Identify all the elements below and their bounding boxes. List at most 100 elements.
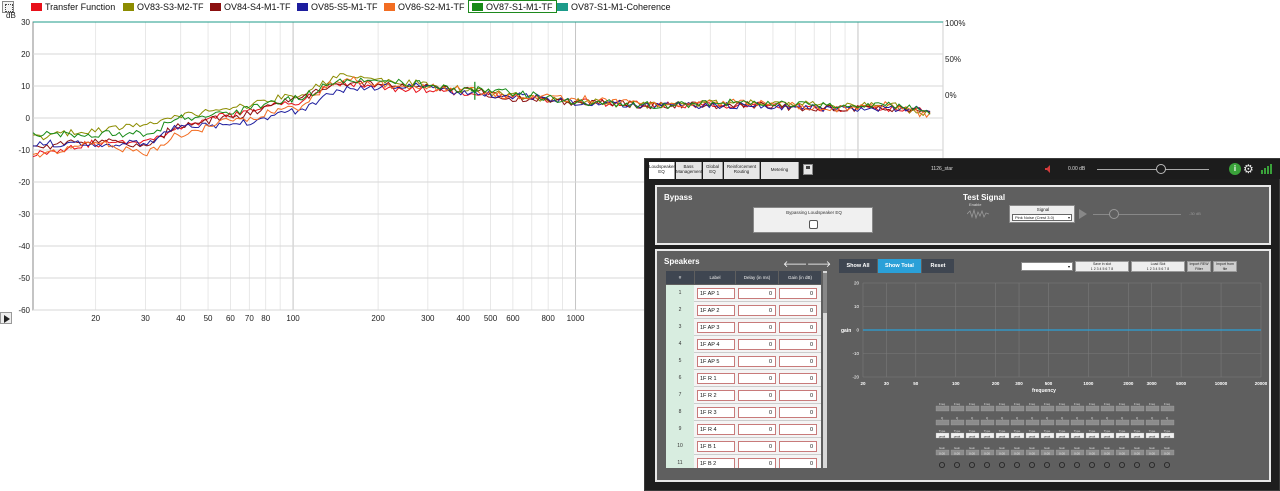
- speaker-gain-input[interactable]: 0: [779, 424, 817, 435]
- tab-loudspeaker-eq[interactable]: Loudspeaker EQ: [649, 162, 675, 179]
- speaker-number: 9: [666, 421, 694, 438]
- table-row[interactable]: 7 1F R 200: [666, 387, 821, 404]
- save-slot-box[interactable]: Save in slot 1 2 3 4 5 6 7 8: [1075, 261, 1129, 272]
- table-row[interactable]: 6 1F R 100: [666, 370, 821, 387]
- speaker-gain-input[interactable]: 0: [779, 322, 817, 333]
- tab-reinforcement-routing[interactable]: Reinforcement Routing: [724, 162, 760, 179]
- import-file-button[interactable]: Import from file: [1213, 261, 1237, 272]
- band-field-label: Gain: [1029, 446, 1036, 450]
- show-all-button[interactable]: Show All: [839, 259, 877, 273]
- speaker-gain-input[interactable]: 0: [779, 288, 817, 299]
- speaker-delay-input[interactable]: 0: [738, 373, 776, 384]
- speaker-gain-input[interactable]: 0: [779, 390, 817, 401]
- table-row[interactable]: 8 1F R 300: [666, 404, 821, 421]
- test-signal-play-icon[interactable]: [1079, 209, 1087, 219]
- bypass-title: Bypass: [664, 193, 693, 202]
- speaker-gain-input[interactable]: 0: [779, 458, 817, 468]
- speakers-scrollbar[interactable]: [823, 271, 827, 468]
- speaker-delay-input[interactable]: 0: [738, 390, 776, 401]
- speaker-delay-input[interactable]: 0: [738, 288, 776, 299]
- band-field-label: Type: [1104, 429, 1111, 433]
- import-rew-button[interactable]: Import REW Filter: [1187, 261, 1211, 272]
- x-tick-label: 20: [91, 314, 100, 323]
- speaker-gain-input[interactable]: 0: [779, 441, 817, 452]
- table-row[interactable]: 5 1F AP 500: [666, 353, 821, 370]
- table-row[interactable]: 3 1F AP 300: [666, 319, 821, 336]
- table-row[interactable]: 11 1F B 200: [666, 455, 821, 468]
- volume-readout: 0.00 dB: [1068, 166, 1086, 172]
- speaker-delay-input[interactable]: 0: [738, 424, 776, 435]
- arrow-right-icon[interactable]: 🡒: [807, 259, 831, 270]
- band-field-input: [995, 405, 1010, 412]
- speaker-delay-input[interactable]: 0: [738, 441, 776, 452]
- tab-bass-management[interactable]: Bass Management: [676, 162, 702, 179]
- speaker-label-input[interactable]: 1F R 4: [697, 424, 735, 435]
- speaker-gain-input[interactable]: 0: [779, 373, 817, 384]
- speaker-delay-input[interactable]: 0: [738, 339, 776, 350]
- band-field-input: [980, 419, 995, 426]
- tab-metering[interactable]: Metering: [761, 162, 799, 179]
- load-slot-box[interactable]: Load Slot 1 2 3 4 5 6 7 8: [1131, 261, 1185, 272]
- test-signal-select[interactable]: Pink Noise (Crest 3.0) ▾: [1012, 214, 1072, 221]
- table-row[interactable]: 10 1F B 100: [666, 438, 821, 455]
- gear-icon[interactable]: ⚙: [1243, 162, 1254, 176]
- band-field-input: [1145, 405, 1160, 412]
- y-tick-label: 20: [21, 50, 30, 59]
- info-icon[interactable]: i: [1229, 163, 1241, 175]
- arrow-left-icon[interactable]: 🡐: [783, 259, 807, 270]
- eq-y-tick-label: 0: [856, 328, 859, 333]
- bypass-checkbox[interactable]: [809, 220, 818, 229]
- tab-global-eq[interactable]: Global EQ: [703, 162, 723, 179]
- eq-band-controls[interactable]: Freq Q Type Gain peak 0.00 Freq Q Type Gain peak 0.…: [935, 401, 1185, 476]
- speaker-delay-input[interactable]: 0: [738, 407, 776, 418]
- test-signal-level-knob[interactable]: [1109, 209, 1119, 219]
- table-row[interactable]: 9 1F R 400: [666, 421, 821, 438]
- y2-tick-label: 0%: [945, 91, 957, 100]
- speaker-label-input[interactable]: 1F R 1: [697, 373, 735, 384]
- eq-speaker-dropdown[interactable]: ▾: [1021, 262, 1073, 271]
- speaker-label-input[interactable]: 1F R 2: [697, 390, 735, 401]
- band-field-input: [1070, 419, 1085, 426]
- waveform-icon[interactable]: [967, 209, 989, 219]
- show-total-button[interactable]: Show Total: [878, 259, 921, 273]
- volume-slider-knob[interactable]: [1156, 164, 1166, 174]
- speaker-label-input[interactable]: 1F R 3: [697, 407, 735, 418]
- speaker-label-input[interactable]: 1F AP 5: [697, 356, 735, 367]
- speaker-number: 8: [666, 404, 694, 421]
- speaker-label-input[interactable]: 1F AP 1: [697, 288, 735, 299]
- x-tick-label: 200: [371, 314, 385, 323]
- speaker-delay-input[interactable]: 0: [738, 356, 776, 367]
- test-signal-level-slider[interactable]: [1093, 214, 1181, 215]
- speaker-label-input[interactable]: 1F AP 4: [697, 339, 735, 350]
- save-icon[interactable]: [803, 164, 813, 175]
- speaker-label-input[interactable]: 1F B 2: [697, 458, 735, 468]
- speaker-gain-input[interactable]: 0: [779, 305, 817, 316]
- speaker-gain-input[interactable]: 0: [779, 356, 817, 367]
- speaker-label-input[interactable]: 1F AP 2: [697, 305, 735, 316]
- speaker-label-input[interactable]: 1F AP 3: [697, 322, 735, 333]
- speaker-label-input[interactable]: 1F B 1: [697, 441, 735, 452]
- reset-button[interactable]: Reset: [922, 259, 954, 273]
- speaker-delay-input[interactable]: 0: [738, 458, 776, 468]
- table-row[interactable]: 2 1F AP 200: [666, 302, 821, 319]
- volume-slider[interactable]: [1097, 169, 1209, 170]
- band-field-label: Q: [1076, 416, 1079, 420]
- speaker-delay-input[interactable]: 0: [738, 322, 776, 333]
- eq-response-chart[interactable]: 20 30 50 100 200 300 500 1000 2000 3000 5000 10000 2…: [841, 279, 1267, 397]
- speaker-number: 5: [666, 353, 694, 370]
- speaker-delay-input[interactable]: 0: [738, 305, 776, 316]
- speaker-gain-input[interactable]: 0: [779, 407, 817, 418]
- table-row[interactable]: 4 1F AP 400: [666, 336, 821, 353]
- band-field-input: [935, 419, 950, 426]
- speaker-mute-icon[interactable]: [1045, 165, 1053, 173]
- table-row[interactable]: 1 1F AP 100: [666, 285, 821, 302]
- test-signal-enable-label: Enable: [969, 202, 982, 207]
- band-field-label: Type: [1044, 429, 1051, 433]
- eq-x-tick-label: 20000: [1255, 381, 1267, 386]
- play-icon[interactable]: [0, 312, 12, 324]
- band-field-label: Type: [1014, 429, 1021, 433]
- speaker-gain-input[interactable]: 0: [779, 339, 817, 350]
- band-field-input: [1025, 419, 1040, 426]
- band-field-label: Gain: [1149, 446, 1156, 450]
- speakers-table: # Label Delay (in ms) Gain (in dB) 1 1F A…: [666, 271, 821, 468]
